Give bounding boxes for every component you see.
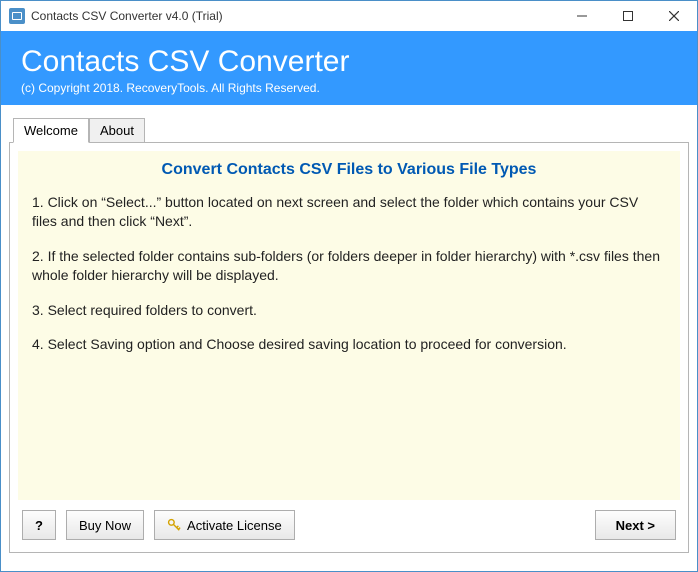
help-button[interactable]: ? [22,510,56,540]
activate-license-label: Activate License [187,518,282,533]
welcome-step3: 3. Select required folders to convert. [32,301,666,320]
close-button[interactable] [651,1,697,31]
next-button[interactable]: Next > [595,510,676,540]
activate-license-button[interactable]: Activate License [154,510,295,540]
welcome-step1: 1. Click on “Select...” button located o… [32,193,666,231]
tab-content: Convert Contacts CSV Files to Various Fi… [9,142,689,553]
welcome-heading: Convert Contacts CSV Files to Various Fi… [32,161,666,179]
copyright-text: (c) Copyright 2018. RecoveryTools. All R… [21,81,677,95]
minimize-button[interactable] [559,1,605,31]
tab-strip: Welcome About [13,117,689,142]
welcome-step4: 4. Select Saving option and Choose desir… [32,335,666,354]
header-banner: Contacts CSV Converter (c) Copyright 201… [1,31,697,105]
window-title: Contacts CSV Converter v4.0 (Trial) [31,9,559,23]
maximize-button[interactable] [605,1,651,31]
app-icon [9,8,25,24]
titlebar: Contacts CSV Converter v4.0 (Trial) [1,1,697,31]
key-icon [167,518,181,532]
app-title: Contacts CSV Converter [21,45,677,79]
tab-welcome[interactable]: Welcome [13,118,89,143]
button-row: ? Buy Now Activate License Next > [18,500,680,544]
tab-about[interactable]: About [89,118,145,143]
content-area: Welcome About Convert Contacts CSV Files… [1,105,697,561]
welcome-panel: Convert Contacts CSV Files to Various Fi… [18,151,680,500]
window-controls [559,1,697,31]
buy-now-button[interactable]: Buy Now [66,510,144,540]
welcome-step2: 2. If the selected folder contains sub-f… [32,247,666,285]
